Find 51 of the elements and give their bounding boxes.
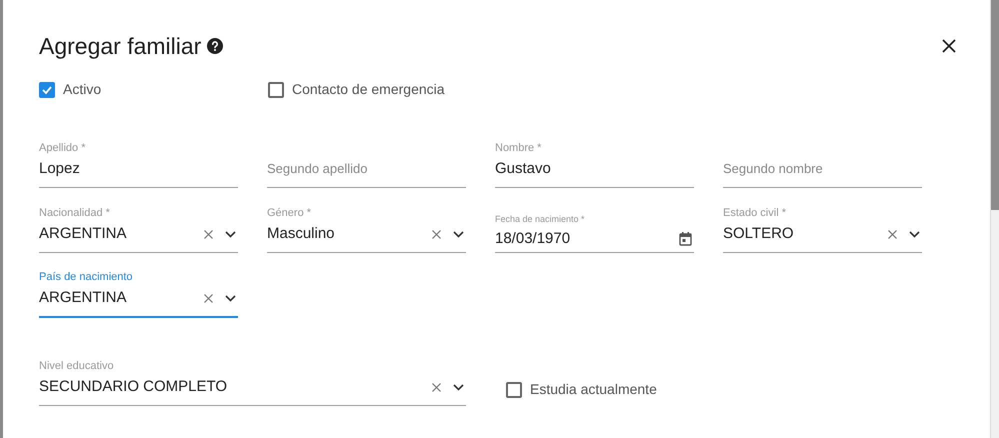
date-field[interactable]: Fecha de nacimiento * 18/03/1970	[495, 201, 694, 253]
clear-icon[interactable]	[432, 230, 441, 238]
select-field[interactable]: Género * Masculino	[267, 201, 466, 253]
select-field[interactable]: País de nacimiento ARGENTINA	[39, 266, 238, 318]
field-label: Estado civil *	[723, 206, 787, 220]
field-label: Nivel educativo	[39, 359, 115, 373]
field-label: Nombre *	[495, 141, 542, 155]
dialog-title: Agregar familiar	[39, 32, 202, 61]
chevron-down-icon[interactable]	[453, 230, 464, 238]
text-field[interactable]: Apellido * Lopez	[39, 136, 238, 188]
text-field[interactable]: Nombre * Gustavo	[495, 136, 694, 188]
select-field[interactable]: Nacionalidad * ARGENTINA	[39, 201, 238, 253]
scrollbar[interactable]	[990, 0, 999, 438]
scrollbar-thumb[interactable]	[991, 0, 999, 210]
text-field[interactable]: Segundo nombre	[723, 136, 922, 188]
close-icon[interactable]	[942, 39, 956, 53]
field-value: 18/03/1970	[495, 228, 570, 249]
help-icon[interactable]	[207, 38, 224, 54]
placeholder-text: Segundo apellido	[267, 160, 368, 178]
field-value: ARGENTINA	[39, 224, 127, 244]
checkbox-label[interactable]: Activo	[63, 79, 102, 100]
chevron-down-icon[interactable]	[225, 294, 236, 302]
select-field[interactable]: Estado civil * SOLTERO	[723, 201, 922, 253]
chevron-down-icon[interactable]	[225, 230, 236, 238]
clear-icon[interactable]	[888, 230, 897, 238]
checkbox-label[interactable]: Estudia actualmente	[530, 379, 657, 400]
calendar-icon[interactable]	[679, 232, 692, 246]
field-value: Gustavo	[495, 158, 551, 179]
checkbox[interactable]	[39, 82, 55, 98]
check-icon	[41, 84, 53, 96]
field-value: ARGENTINA	[39, 288, 127, 308]
field-label: Fecha de nacimiento *	[495, 213, 586, 226]
placeholder-text: Segundo nombre	[723, 160, 823, 178]
field-label: Género *	[267, 206, 312, 220]
field-value: Lopez	[39, 158, 80, 179]
field-label: Nacionalidad *	[39, 206, 111, 220]
field-value: SOLTERO	[723, 224, 794, 244]
checkbox[interactable]	[506, 382, 522, 398]
clear-icon[interactable]	[204, 230, 213, 238]
chevron-down-icon[interactable]	[909, 230, 920, 238]
clear-icon[interactable]	[432, 382, 441, 392]
field-value: SECUNDARIO COMPLETO	[39, 376, 228, 397]
select-field[interactable]: Nivel educativo SECUNDARIO COMPLETO	[39, 354, 466, 406]
checkbox[interactable]	[268, 82, 284, 98]
field-value: Masculino	[267, 224, 335, 244]
text-field[interactable]: Segundo apellido	[267, 136, 466, 188]
chevron-down-icon[interactable]	[453, 384, 464, 390]
field-label: País de nacimiento	[39, 270, 134, 284]
field-label: Apellido *	[39, 141, 86, 155]
clear-icon[interactable]	[204, 294, 213, 302]
checkbox-label[interactable]: Contacto de emergencia	[292, 79, 445, 100]
